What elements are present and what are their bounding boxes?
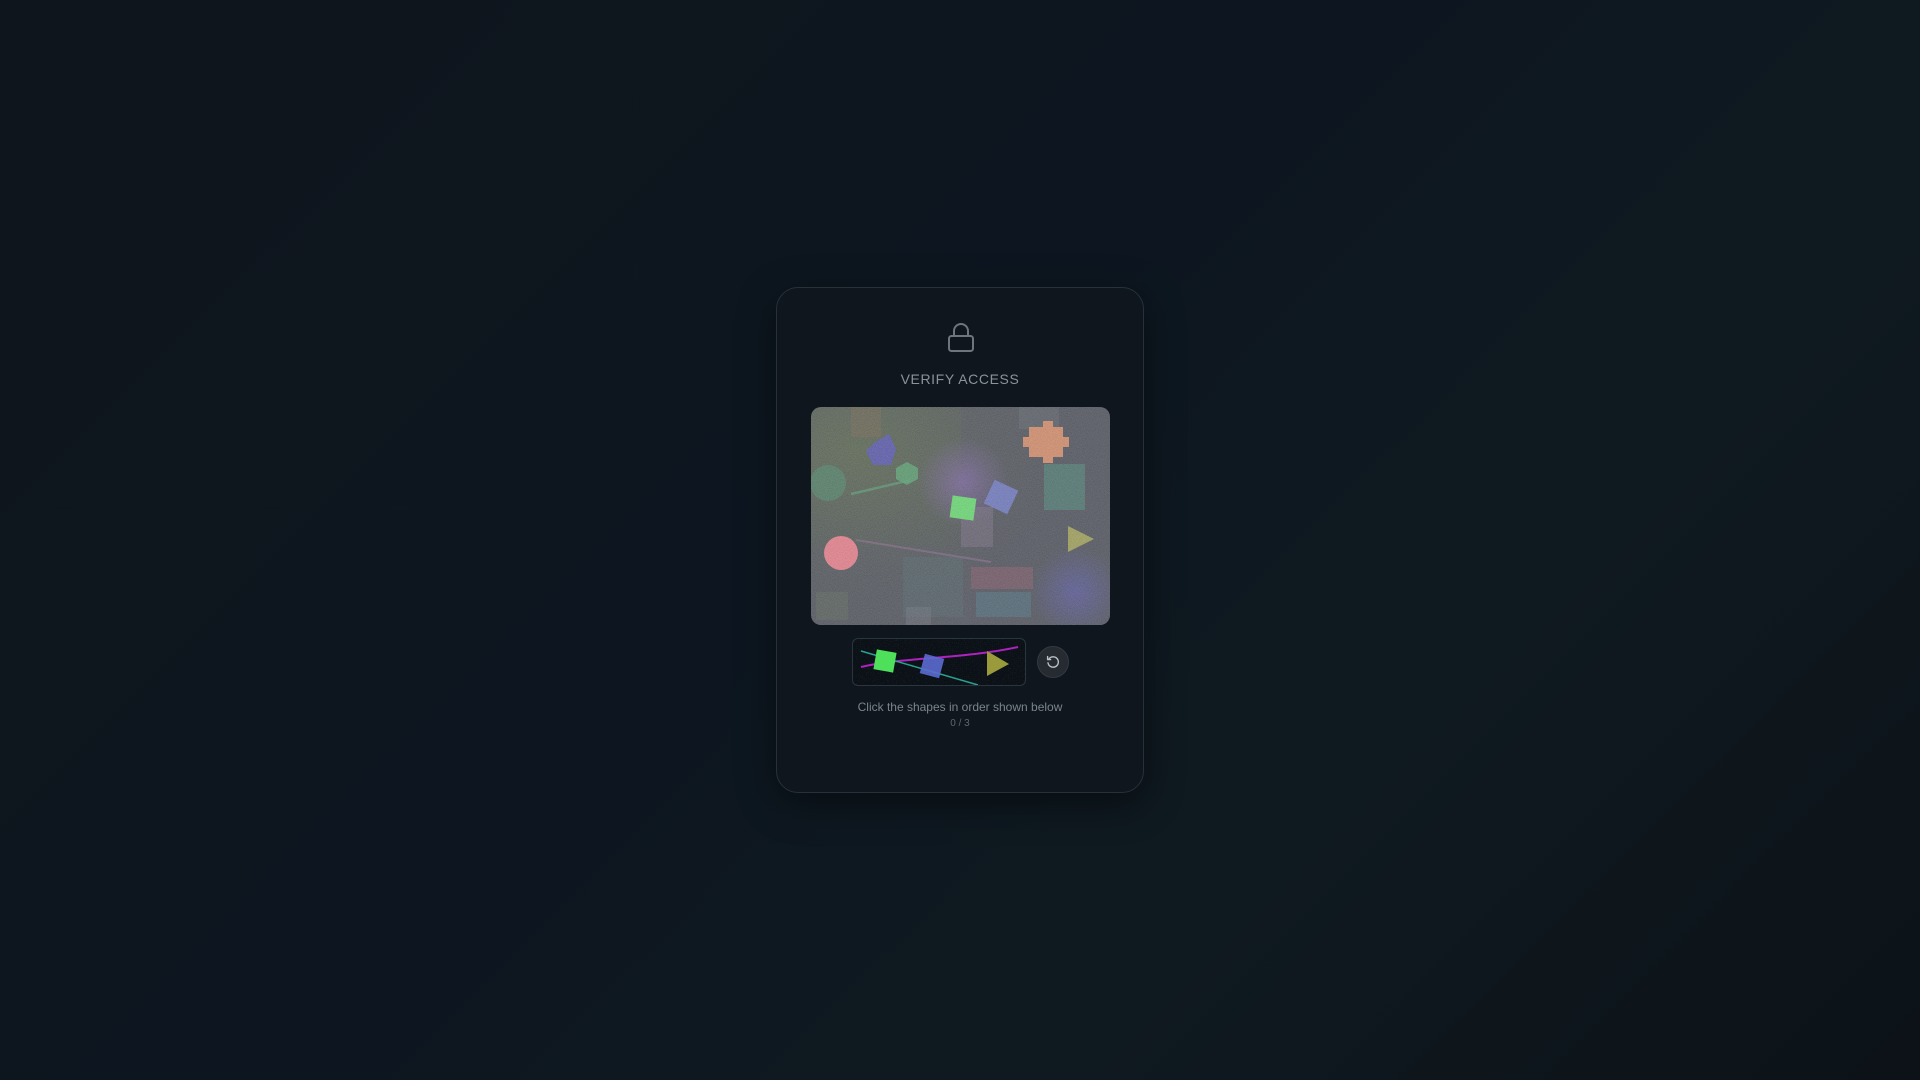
captcha-canvas[interactable] xyxy=(811,407,1110,625)
captcha-card: VERIFY ACCESS Click the shapes in order … xyxy=(776,287,1144,793)
refresh-icon xyxy=(1046,655,1060,668)
refresh-button[interactable] xyxy=(1037,646,1069,678)
instruction-text: Click the shapes in order shown below xyxy=(857,700,1063,714)
lock-icon xyxy=(948,323,974,352)
page-title: VERIFY ACCESS xyxy=(900,371,1020,387)
target-sequence xyxy=(852,638,1026,686)
progress-counter: 0 / 3 xyxy=(950,718,970,729)
